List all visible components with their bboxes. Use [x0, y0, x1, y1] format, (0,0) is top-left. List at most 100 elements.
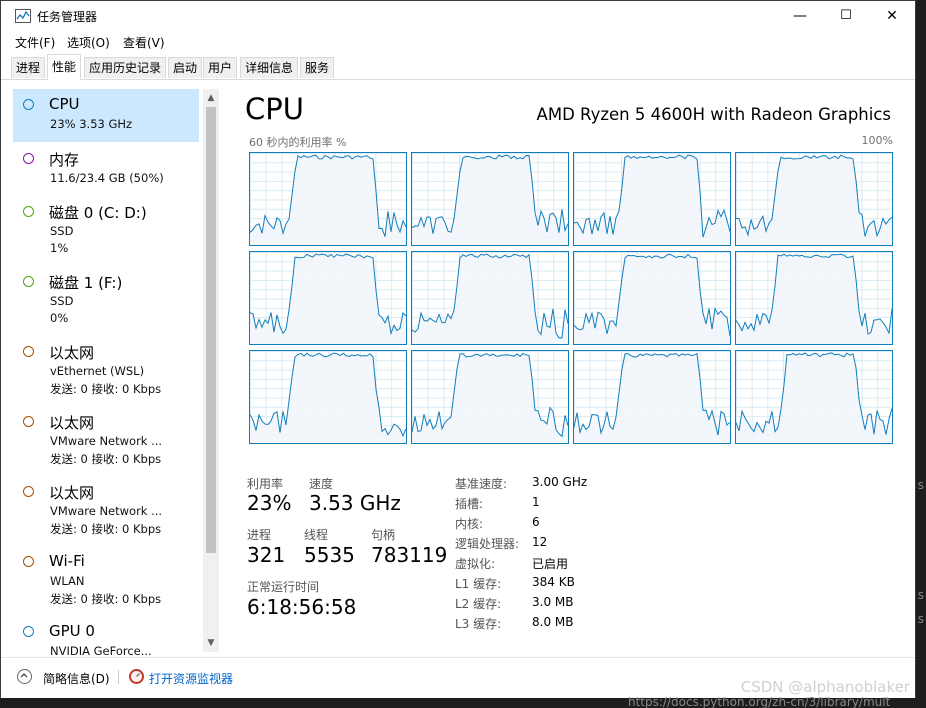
utilization-area	[574, 254, 730, 344]
logical-processor-graph	[411, 152, 569, 246]
menu-view[interactable]: 查看(V)	[123, 34, 165, 51]
logical-processor-graph	[249, 251, 407, 345]
scroll-up-arrow-icon[interactable]: ▲	[203, 91, 219, 105]
utilization-line	[250, 154, 406, 245]
maximize-button[interactable]: ☐	[823, 1, 869, 31]
memory-status-icon	[23, 153, 34, 164]
tab-performance[interactable]: 性能	[47, 54, 82, 80]
task-manager-icon	[15, 9, 31, 23]
title-bar: 任务管理器 — ☐ ✕	[1, 1, 915, 31]
cpu-detail-panel: CPU AMD Ryzen 5 4600H with Radeon Graphi…	[229, 80, 905, 657]
utilization-line	[412, 154, 568, 245]
tab-services[interactable]: 服务	[300, 57, 335, 78]
minimize-button[interactable]: —	[777, 1, 823, 31]
processes-label: 进程	[247, 528, 272, 542]
utilization-line	[574, 352, 730, 443]
sidebar-item-memory[interactable]: 内存 11.6/23.4 GB (50%)	[13, 143, 199, 196]
sidebar-item-sub: SSD	[50, 294, 74, 308]
sidebar-item-ethernet-vmware-1[interactable]: 以太网 VMware Network ... 发送: 0 接收: 0 Kbps	[13, 406, 199, 476]
menu-file[interactable]: 文件(F)	[15, 34, 55, 51]
tab-startup[interactable]: 启动	[168, 57, 203, 78]
csdn-watermark: CSDN @alphanoblaker	[740, 678, 910, 696]
spec-label: 逻辑处理器:	[455, 537, 520, 551]
collapse-chevron-icon[interactable]	[17, 669, 32, 684]
sidebar-item-title: 以太网	[49, 484, 95, 502]
sidebar-item-sub2: 1%	[50, 241, 69, 255]
processes-value: 321	[247, 543, 286, 567]
sidebar-item-disk-0[interactable]: 磁盘 0 (C: D:) SSD 1%	[13, 196, 199, 266]
spec-value: 6	[532, 515, 540, 529]
threads-label: 线程	[304, 528, 329, 542]
sidebar-item-disk-1[interactable]: 磁盘 1 (F:) SSD 0%	[13, 266, 199, 336]
utilization-area	[574, 353, 730, 443]
sidebar-item-title: GPU 0	[49, 622, 95, 640]
spec-value: 12	[532, 535, 548, 549]
uptime-label: 正常运行时间	[247, 580, 320, 594]
scroll-thumb[interactable]	[206, 107, 216, 553]
menu-bar: 文件(F) 选项(O) 查看(V)	[1, 31, 915, 53]
utilization-area	[412, 155, 568, 245]
tab-details[interactable]: 详细信息	[240, 57, 299, 78]
sidebar-item-sub: NVIDIA GeForce...	[50, 644, 152, 656]
tab-users[interactable]: 用户	[203, 57, 238, 78]
sidebar-scrollbar[interactable]: ▲ ▼	[203, 89, 219, 652]
logical-processor-graph	[735, 251, 893, 345]
background-url-text: https://docs.python.org/zh-cn/3/library/…	[628, 697, 891, 708]
sidebar-item-cpu[interactable]: CPU 23% 3.53 GHz	[13, 89, 199, 142]
spec-label: 内核:	[455, 517, 484, 531]
sidebar-item-sub2: 发送: 0 接收: 0 Kbps	[50, 452, 162, 466]
spec-label: 插槽:	[455, 497, 484, 511]
fewer-details-button[interactable]: 简略信息(D)	[43, 670, 110, 687]
scroll-down-arrow-icon[interactable]: ▼	[203, 636, 219, 650]
open-resource-monitor-link[interactable]: 打开资源监视器	[149, 670, 233, 687]
tab-processes[interactable]: 进程	[11, 57, 46, 78]
cpu-model-name: AMD Ryzen 5 4600H with Radeon Graphics	[536, 105, 891, 124]
background-text: s	[917, 478, 924, 492]
gpu-status-icon	[23, 626, 34, 637]
tab-bar: 进程 性能 应用历史记录 启动 用户 详细信息 服务	[1, 53, 915, 80]
logical-processor-graph	[573, 350, 731, 444]
sidebar-item-sub: VMware Network ...	[50, 434, 163, 448]
ethernet-status-icon	[23, 346, 34, 357]
utilization-line	[412, 253, 568, 344]
sidebar-item-gpu-0[interactable]: GPU 0 NVIDIA GeForce...	[13, 616, 199, 656]
sidebar-item-sub2: 0%	[50, 311, 69, 325]
utilization-area	[574, 155, 730, 245]
close-button[interactable]: ✕	[869, 1, 915, 31]
sidebar-item-ethernet-vmware-2[interactable]: 以太网 VMware Network ... 发送: 0 接收: 0 Kbps	[13, 476, 199, 546]
utilization-area	[736, 353, 892, 443]
logical-processor-graph	[735, 152, 893, 246]
spec-value: 3.00 GHz	[532, 475, 588, 489]
graph-caption: 60 秒内的利用率 %	[249, 136, 347, 149]
sidebar-item-ethernet-wsl[interactable]: 以太网 vEthernet (WSL) 发送: 0 接收: 0 Kbps	[13, 336, 199, 406]
task-manager-window: 任务管理器 — ☐ ✕ 文件(F) 选项(O) 查看(V) 进程 性能 应用历史…	[0, 0, 916, 698]
disk-status-icon	[23, 206, 34, 217]
sidebar-item-title: 以太网	[49, 414, 95, 432]
speed-value: 3.53 GHz	[309, 491, 401, 515]
utilization-line	[250, 352, 406, 443]
spec-value: 3.0 MB	[532, 595, 574, 609]
background-text: s	[917, 588, 924, 602]
spec-value: 1	[532, 495, 540, 509]
utilization-line	[412, 352, 568, 443]
logical-processor-graph	[249, 350, 407, 444]
sidebar-item-sub2: 发送: 0 接收: 0 Kbps	[50, 522, 162, 536]
sidebar-item-wifi[interactable]: Wi-Fi WLAN 发送: 0 接收: 0 Kbps	[13, 546, 199, 616]
sidebar-item-sub: SSD	[50, 224, 74, 238]
logical-processor-graph	[249, 152, 407, 246]
utilization-area	[736, 254, 892, 344]
sidebar-item-sub2: 发送: 0 接收: 0 Kbps	[50, 592, 162, 606]
handles-value: 783119	[371, 543, 448, 567]
logical-processor-graph	[573, 152, 731, 246]
background-text: s	[917, 612, 924, 626]
sidebar-item-title: 磁盘 1 (F:)	[49, 274, 123, 292]
menu-options[interactable]: 选项(O)	[67, 34, 110, 51]
sidebar-item-sub: 23% 3.53 GHz	[50, 117, 133, 131]
spec-label: 虚拟化:	[455, 557, 496, 571]
handles-label: 句柄	[371, 528, 396, 542]
utilization-area	[412, 353, 568, 443]
tab-app-history[interactable]: 应用历史记录	[84, 57, 167, 78]
wifi-status-icon	[23, 556, 34, 567]
spec-label: L2 缓存:	[455, 597, 502, 611]
sidebar-item-sub: 11.6/23.4 GB (50%)	[50, 171, 164, 185]
